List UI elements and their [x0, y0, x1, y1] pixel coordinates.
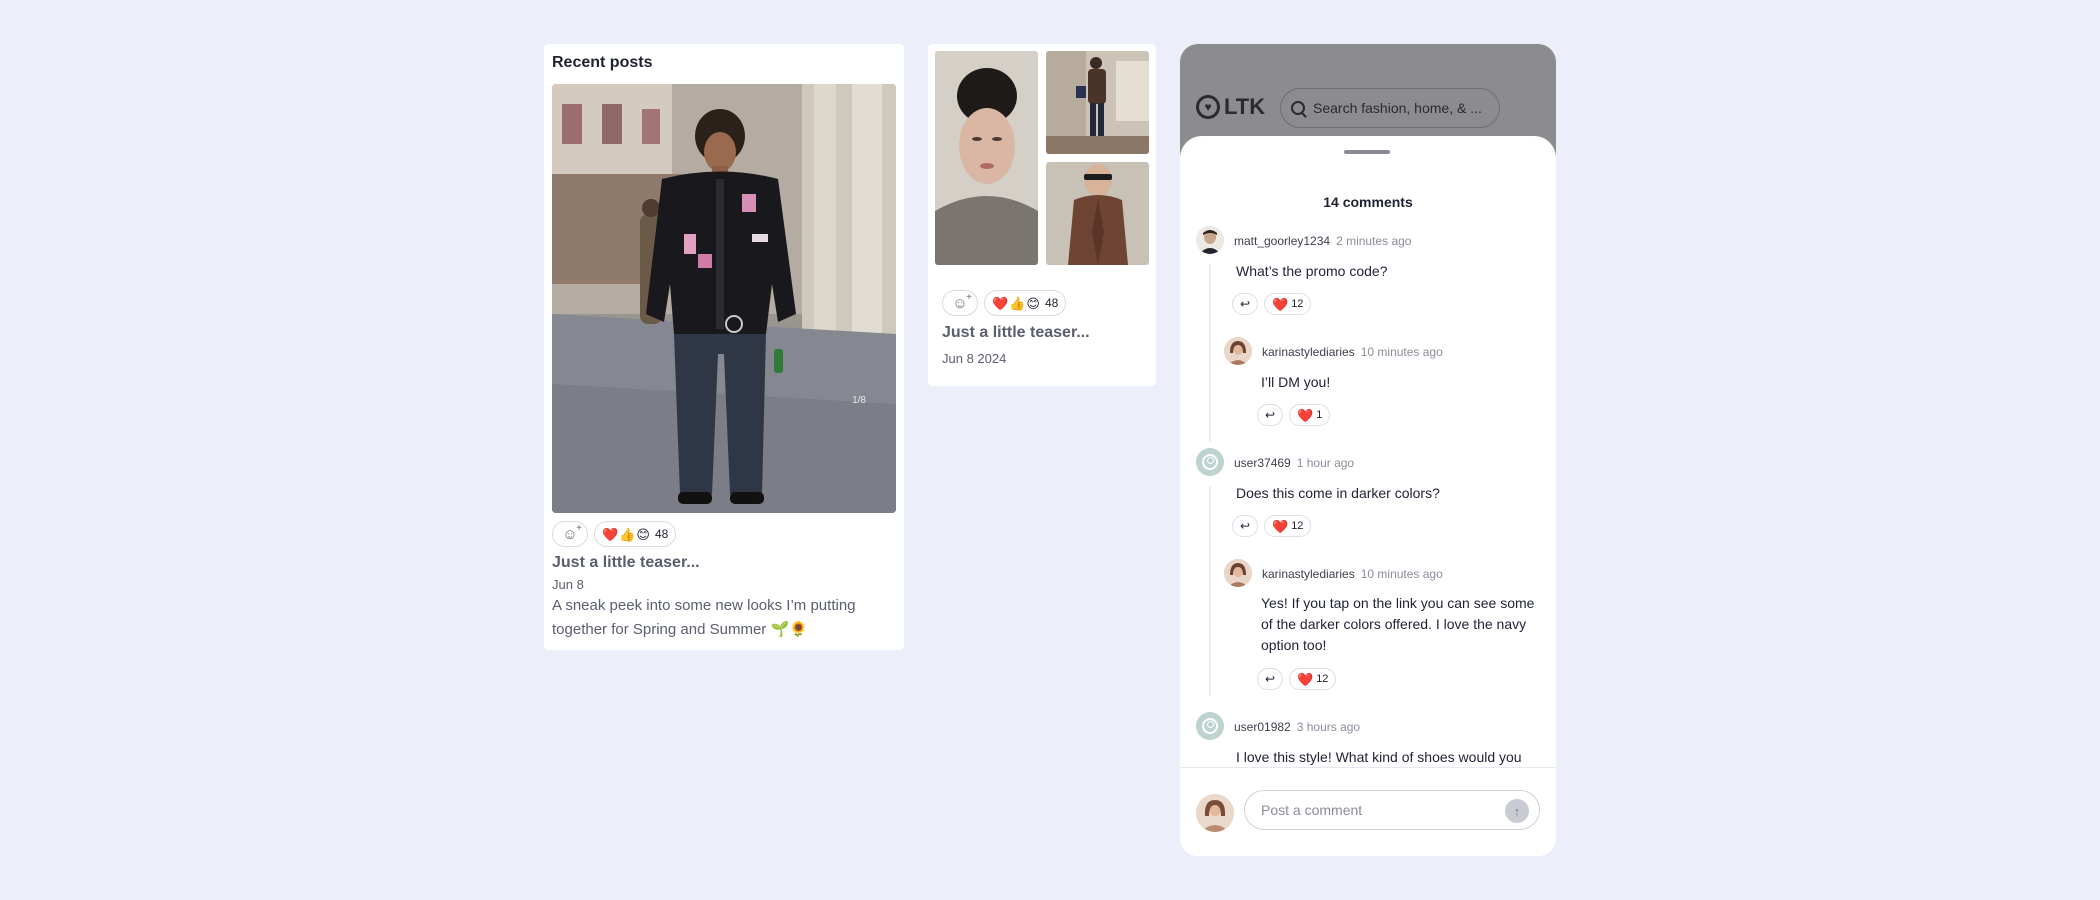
ltk-logo[interactable]: ♥ LTK	[1196, 94, 1265, 120]
heart-icon: ❤️	[1272, 296, 1289, 312]
avatar[interactable]	[1224, 559, 1252, 587]
heart-emoji: ❤️	[992, 295, 1009, 311]
like-count: 12	[1291, 298, 1304, 310]
heart-icon: ❤️	[1272, 518, 1289, 534]
comment-actions: ↩ ❤️ 12	[1232, 293, 1312, 315]
send-comment-button[interactable]: ↑	[1505, 799, 1529, 823]
ltk-logo-icon: ♥	[1196, 95, 1220, 119]
comment-text: I’ll DM you!	[1261, 374, 1331, 390]
comments-list[interactable]: matt_goorley1234 2 minutes ago What’s th…	[1180, 226, 1556, 768]
comment-username[interactable]: user01982	[1234, 720, 1291, 734]
comment-username[interactable]: karinastylediaries	[1262, 345, 1355, 359]
reply-arrow-icon: ↩	[1264, 672, 1276, 686]
reply-button[interactable]: ↩	[1257, 668, 1283, 690]
comments-phone-panel: ♥ LTK Search fashion, home, & ... 14 com…	[1180, 44, 1556, 856]
collage-post-date: Jun 8 2024	[942, 351, 1007, 366]
reply-button[interactable]: ↩	[1257, 404, 1283, 426]
heart-icon: ❤️	[1297, 407, 1314, 423]
comment-meta: user37469 1 hour ago	[1234, 456, 1354, 470]
comment-username[interactable]: user37469	[1234, 456, 1291, 470]
thread-line	[1209, 486, 1211, 696]
add-reaction-button[interactable]: ☺ +	[552, 521, 588, 547]
comment-input[interactable]: Post a comment ↑	[1244, 790, 1540, 830]
collage-image-blazer	[1046, 162, 1149, 265]
comment-text: What’s the promo code?	[1236, 263, 1388, 279]
comment-username[interactable]: matt_goorley1234	[1234, 234, 1330, 248]
recent-posts-card: Recent posts 1/8 ☺ + ❤️ 👍 😊 48 Just a li…	[544, 44, 904, 650]
post-date: Jun 8	[552, 577, 584, 592]
ltk-logo-text: LTK	[1224, 94, 1266, 119]
heart-emoji: ❤️	[602, 526, 619, 542]
comment-actions: ↩ ❤️ 1	[1257, 404, 1331, 426]
comment-text: I love this style! What kind of shoes wo…	[1236, 749, 1522, 765]
smile-emoji: 😊	[1026, 295, 1040, 311]
like-button[interactable]: ❤️ 12	[1264, 515, 1312, 537]
default-user-icon	[1202, 454, 1218, 470]
comment-time: 10 minutes ago	[1360, 567, 1443, 581]
smile-emoji: 😊	[636, 526, 650, 542]
like-count: 12	[1316, 673, 1329, 685]
like-button[interactable]: ❤️ 12	[1289, 668, 1337, 690]
reaction-row: ☺ + ❤️ 👍 😊 48	[552, 521, 677, 547]
like-button[interactable]: ❤️ 12	[1264, 293, 1312, 315]
recent-posts-title: Recent posts	[552, 54, 653, 71]
comment-meta: matt_goorley1234 2 minutes ago	[1234, 234, 1411, 248]
avatar[interactable]	[1196, 712, 1224, 740]
comment-text: Does this come in darker colors?	[1236, 485, 1440, 501]
comment-time: 10 minutes ago	[1360, 345, 1443, 359]
collage-image-outfit	[1046, 51, 1149, 154]
collage-reaction-row: ☺ + ❤️ 👍 😊 48	[942, 290, 1067, 316]
send-arrow-icon: ↑	[1513, 803, 1521, 819]
thumbs-up-emoji: 👍	[1009, 295, 1026, 311]
reaction-summary-pill[interactable]: ❤️ 👍 😊 48	[594, 521, 677, 547]
avatar[interactable]	[1224, 337, 1252, 365]
photo-counter: 1/8	[852, 395, 866, 406]
comment-actions: ↩ ❤️ 12	[1232, 515, 1312, 537]
sheet-drag-handle[interactable]	[1344, 150, 1390, 154]
comment-input-placeholder: Post a comment	[1261, 802, 1363, 818]
collage-post-card[interactable]: ☺ + ❤️ 👍 😊 48 Just a little teaser... Jun…	[928, 44, 1156, 386]
like-count: 1	[1316, 409, 1323, 421]
thumbs-up-emoji: 👍	[619, 526, 636, 542]
comment-time: 3 hours ago	[1296, 720, 1361, 734]
search-placeholder: Search fashion, home, & ...	[1313, 100, 1482, 116]
reply-button[interactable]: ↩	[1232, 515, 1258, 537]
comment-composer: Post a comment ↑	[1180, 768, 1556, 856]
comments-sheet: 14 comments matt_goorley1234 2 minutes a…	[1180, 136, 1556, 856]
comment-time: 2 minutes ago	[1336, 234, 1412, 248]
avatar[interactable]	[1196, 448, 1224, 476]
collage-image-portrait	[935, 51, 1038, 265]
like-count: 12	[1291, 520, 1304, 532]
default-user-icon	[1202, 718, 1218, 734]
post-description: A sneak peek into some new looks I’m put…	[552, 597, 856, 638]
comment-meta: user01982 3 hours ago	[1234, 720, 1360, 734]
comment-text: Yes! If you tap on the link you can see …	[1261, 595, 1535, 653]
search-icon	[1291, 101, 1305, 115]
post-hero-image[interactable]: 1/8	[552, 84, 896, 513]
comment-meta: karinastylediaries 10 minutes ago	[1262, 567, 1443, 581]
reply-button[interactable]: ↩	[1232, 293, 1258, 315]
search-input[interactable]: Search fashion, home, & ...	[1280, 88, 1500, 128]
reply-arrow-icon: ↩	[1264, 408, 1276, 422]
post-title[interactable]: Just a little teaser...	[552, 554, 700, 572]
reaction-count: 48	[654, 527, 669, 541]
avatar[interactable]	[1196, 226, 1224, 254]
reply-arrow-icon: ↩	[1239, 519, 1251, 533]
like-button[interactable]: ❤️ 1	[1289, 404, 1331, 426]
comments-count-title: 14 comments	[1323, 194, 1413, 210]
collage-reaction-summary-pill[interactable]: ❤️ 👍 😊 48	[984, 290, 1067, 316]
comment-time: 1 hour ago	[1296, 456, 1355, 470]
heart-icon: ❤️	[1297, 671, 1314, 687]
street-style-photo	[552, 84, 896, 513]
reaction-count: 48	[1044, 296, 1059, 310]
collage-post-title[interactable]: Just a little teaser...	[942, 324, 1090, 342]
thread-line	[1209, 264, 1211, 442]
collage-add-reaction-button[interactable]: ☺ +	[942, 290, 978, 316]
current-user-avatar[interactable]	[1196, 794, 1234, 832]
reply-arrow-icon: ↩	[1239, 297, 1251, 311]
comment-meta: karinastylediaries 10 minutes ago	[1262, 345, 1443, 359]
comment-username[interactable]: karinastylediaries	[1262, 567, 1355, 581]
comment-actions: ↩ ❤️ 12	[1257, 668, 1337, 690]
